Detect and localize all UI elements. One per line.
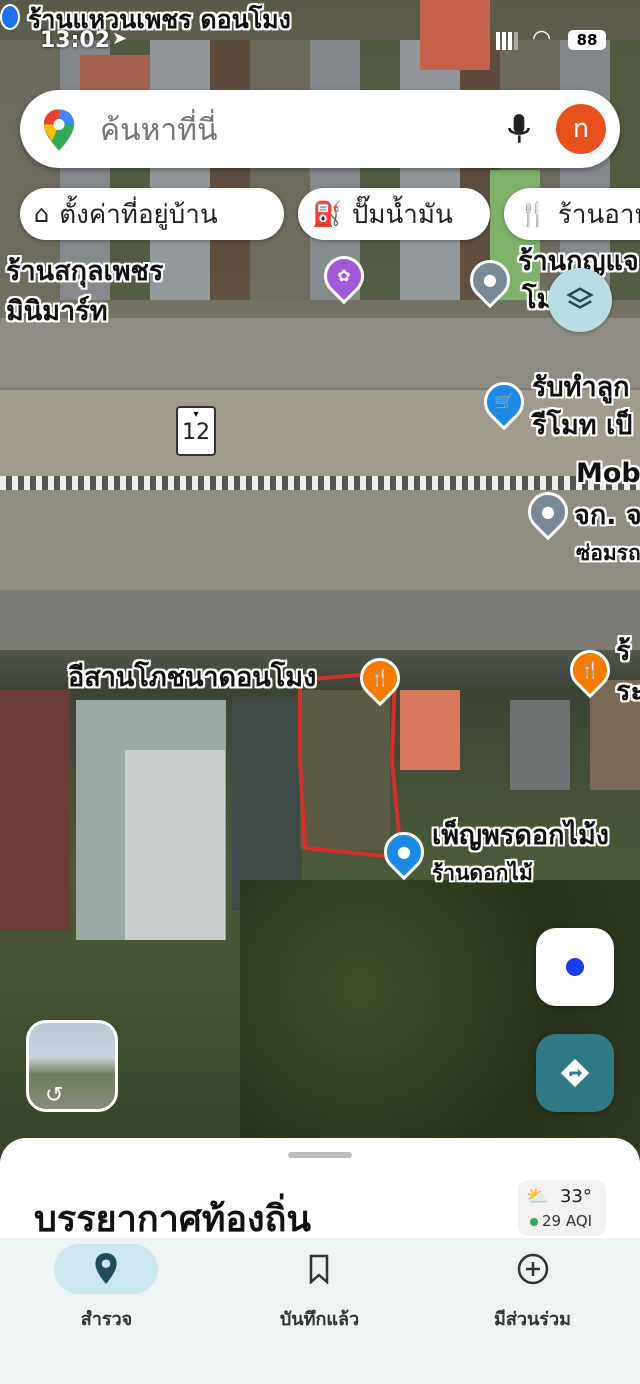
map-label-right-edge-2[interactable]: ระ xyxy=(616,676,640,708)
street-view-thumbnail[interactable]: ↺ xyxy=(26,1020,118,1112)
sheet-drag-handle[interactable] xyxy=(288,1152,352,1158)
app-badge-icon xyxy=(0,4,20,30)
tab-contribute[interactable]: มีส่วนร่วม xyxy=(426,1238,639,1338)
aqi-dot-icon xyxy=(530,1218,538,1226)
battery-indicator: 88 xyxy=(568,30,606,50)
temperature: 33° xyxy=(560,1186,592,1207)
wifi-icon: ◠ xyxy=(532,26,552,51)
my-location-button[interactable] xyxy=(536,928,614,1006)
restaurant-icon: 🍴 xyxy=(518,200,548,228)
map-label-mob-line1[interactable]: Mob xyxy=(576,458,640,490)
weather-widget[interactable]: ⛅ 33° 29 AQI xyxy=(518,1180,606,1236)
map-label-sakul-line2[interactable]: มินิมาร์ท xyxy=(6,296,108,328)
microphone-icon[interactable] xyxy=(506,112,532,146)
search-input[interactable] xyxy=(98,106,482,154)
chip-set-home[interactable]: ⌂ ตั้งค่าที่อยู่บ้าน xyxy=(20,188,284,240)
signal-icon xyxy=(496,32,518,50)
tab-saved[interactable]: บันทึกแล้ว xyxy=(213,1238,426,1338)
directions-button[interactable] xyxy=(536,1034,614,1112)
layers-icon xyxy=(566,287,594,309)
gas-station-icon: ⛽ xyxy=(312,200,342,228)
tab-explore[interactable]: สำรวจ xyxy=(0,1238,213,1338)
aqi-value: 29 AQI xyxy=(542,1212,593,1230)
map-label-remote-line2[interactable]: รีโมท เป็ xyxy=(532,410,632,442)
partly-sunny-icon: ⛅ xyxy=(526,1186,549,1207)
map-label-flower-category: ร้านดอกไม้ xyxy=(432,861,533,885)
tab-contribute-label: มีส่วนร่วม xyxy=(494,1309,571,1330)
map-label-remote-line1[interactable]: รับทำลูก xyxy=(532,372,630,404)
status-bar: 13:02 ➤ ◠ 88 xyxy=(0,0,640,53)
bookmark-icon xyxy=(309,1254,329,1284)
bottom-navigation: สำรวจ บันทึกแล้ว มีส่วนร่วม xyxy=(0,1238,640,1384)
status-time: 13:02 xyxy=(40,28,111,53)
account-avatar[interactable]: n xyxy=(556,104,606,154)
my-location-icon xyxy=(566,958,584,976)
map-label-flower-shop[interactable]: เพ็ญพรดอกไม้ง xyxy=(432,820,609,852)
chip-gas-station[interactable]: ⛽ ปั๊มน้ำมัน xyxy=(298,188,490,240)
tab-saved-label: บันทึกแล้ว xyxy=(279,1309,360,1330)
rotate-icon: ↺ xyxy=(45,1083,64,1108)
search-bar[interactable]: n xyxy=(20,90,620,168)
layers-button[interactable] xyxy=(548,268,612,332)
chip-restaurant[interactable]: 🍴 ร้านอาหาร xyxy=(504,188,640,240)
map-label-mob-line3[interactable]: ซ่อมรถ xyxy=(576,540,640,566)
tab-explore-label: สำรวจ xyxy=(80,1309,133,1330)
add-circle-icon xyxy=(517,1253,549,1285)
location-arrow-icon: ➤ xyxy=(112,28,128,49)
explore-pin-icon xyxy=(95,1253,117,1284)
directions-icon xyxy=(560,1058,590,1088)
map-label-right-edge-1[interactable]: ร้ xyxy=(616,636,631,668)
home-icon: ⌂ xyxy=(34,200,50,228)
map-label-isan-restaurant[interactable]: อีสานโภชนาดอนโมง xyxy=(68,662,316,694)
road-shield: ▾ 12 xyxy=(176,406,216,456)
map-label-mob-line2[interactable]: จก. จ xyxy=(574,500,640,532)
map-label-sakul-line1[interactable]: ร้านสกุลเพชร xyxy=(6,256,163,288)
google-maps-logo-icon xyxy=(43,109,75,151)
